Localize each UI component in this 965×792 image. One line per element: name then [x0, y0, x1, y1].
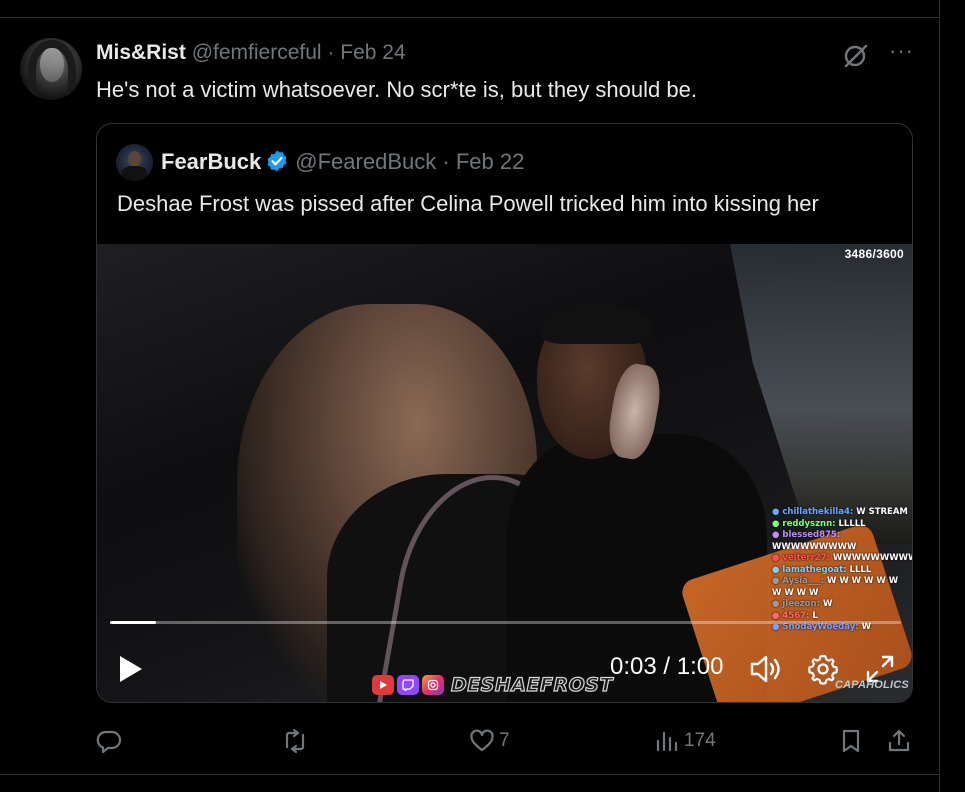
- views-chart-icon: [656, 731, 678, 752]
- divider-bottom: [0, 774, 940, 775]
- volume-icon[interactable]: [749, 654, 783, 684]
- chat-message: ● veiterr27: WWWWWWWWW: [772, 553, 912, 565]
- youtube-logo-icon: [372, 675, 394, 695]
- play-icon[interactable]: [118, 654, 144, 684]
- streamer-watermark: DESHAEFROST: [372, 672, 613, 698]
- repost-icon: [285, 728, 305, 754]
- like-heart-icon: [470, 729, 494, 752]
- chat-text: LLLL: [849, 564, 872, 575]
- video-progress-bar[interactable]: [110, 621, 901, 624]
- chat-message: W W W W: [772, 588, 912, 600]
- post-text: He's not a victim whatsoever. No scr*te …: [96, 77, 697, 102]
- chat-username: ● blessed875:: [772, 530, 841, 540]
- chat-message: ● Aysia___: W W W W W W: [772, 576, 912, 588]
- video-time: 0:03 / 1:00: [610, 653, 723, 681]
- chat-message: ● blessed875:: [772, 530, 912, 542]
- chat-message: ● chillathekilla4: W STREAM: [772, 507, 912, 519]
- chat-message: ● jleezon: W: [772, 599, 912, 611]
- share-icon: [888, 729, 910, 752]
- chat-message: WWWWWWWWW: [772, 542, 912, 554]
- chat-username: ● veiterr27:: [772, 553, 833, 563]
- post-actions-bar: 7 174: [96, 726, 916, 756]
- video-duration: 1:00: [676, 653, 724, 680]
- header-separator: ·: [327, 41, 335, 64]
- repost-button[interactable]: [282, 726, 312, 756]
- quoted-post-header: FearBuck @FearedBuck · Feb 22: [161, 148, 524, 176]
- video-time-separator: /: [656, 653, 677, 680]
- chat-text: LLLLL: [838, 518, 866, 529]
- chat-text: WWWWWWWWW: [833, 553, 913, 563]
- video-current-time: 0:03: [610, 653, 657, 680]
- view-count: 174: [684, 730, 716, 751]
- like-count: 7: [499, 730, 510, 751]
- video-progress-fill: [110, 621, 156, 624]
- quoted-post-date[interactable]: Feb 22: [456, 149, 525, 174]
- verified-badge-icon: [267, 150, 287, 172]
- chat-text: W W W W W W: [827, 576, 899, 586]
- video-player[interactable]: 3486/3600 ● chillathekilla4: W STREAM ● r…: [97, 244, 912, 702]
- chat-text: W W W W: [772, 587, 819, 598]
- quoted-post[interactable]: FearBuck @FearedBuck · Feb 22 Deshae Fro…: [96, 123, 913, 703]
- chat-message: ● reddysznn: LLLLL: [772, 519, 912, 531]
- instagram-logo-icon: [422, 675, 444, 695]
- views-button[interactable]: 174: [654, 726, 716, 756]
- quoted-author-name[interactable]: FearBuck: [161, 149, 261, 174]
- corner-logo: CAPAHOLICS: [835, 679, 909, 691]
- bookmark-icon: [842, 729, 860, 753]
- stream-chat-overlay: ● chillathekilla4: W STREAM ● reddysznn: …: [772, 507, 912, 634]
- grok-icon[interactable]: [842, 42, 870, 70]
- watermark-text: DESHAEFROST: [450, 673, 613, 696]
- quoted-author-avatar[interactable]: [116, 144, 153, 181]
- video-overlay-counter: 3486/3600: [844, 247, 904, 261]
- quoted-header-separator: ·: [442, 149, 450, 174]
- chat-username: ● chillathekilla4:: [772, 507, 857, 517]
- post-header: Mis&Rist @femfierceful · Feb 24: [96, 40, 406, 66]
- author-avatar[interactable]: [20, 38, 82, 100]
- share-button[interactable]: [886, 726, 912, 756]
- reply-icon: [96, 730, 122, 754]
- bookmark-button[interactable]: [838, 726, 864, 756]
- chat-username: ● Aysia___:: [772, 576, 828, 586]
- more-icon[interactable]: ···: [889, 40, 915, 64]
- reply-button[interactable]: [96, 726, 126, 756]
- chat-username: ● reddysznn:: [772, 518, 839, 529]
- twitch-logo-icon: [397, 675, 419, 695]
- chat-text: W: [822, 599, 833, 609]
- author-handle[interactable]: @femfierceful: [192, 41, 322, 64]
- quoted-author-handle[interactable]: @FearedBuck: [295, 149, 436, 174]
- author-name[interactable]: Mis&Rist: [96, 41, 186, 64]
- like-button[interactable]: 7: [469, 726, 510, 756]
- chat-text: W STREAM: [856, 507, 908, 517]
- divider-top: [0, 17, 940, 18]
- chat-text: L: [812, 610, 818, 621]
- chat-username: ● lamathegoat:: [772, 564, 850, 575]
- chat-username: ● 4567:: [772, 610, 813, 621]
- quoted-post-text: Deshae Frost was pissed after Celina Pow…: [117, 191, 819, 216]
- chat-text: WWWWWWWWW: [772, 541, 857, 552]
- chat-message: ● lamathegoat: LLLL: [772, 565, 912, 577]
- post-date[interactable]: Feb 24: [340, 41, 405, 64]
- chat-username: ● jleezon:: [772, 599, 823, 609]
